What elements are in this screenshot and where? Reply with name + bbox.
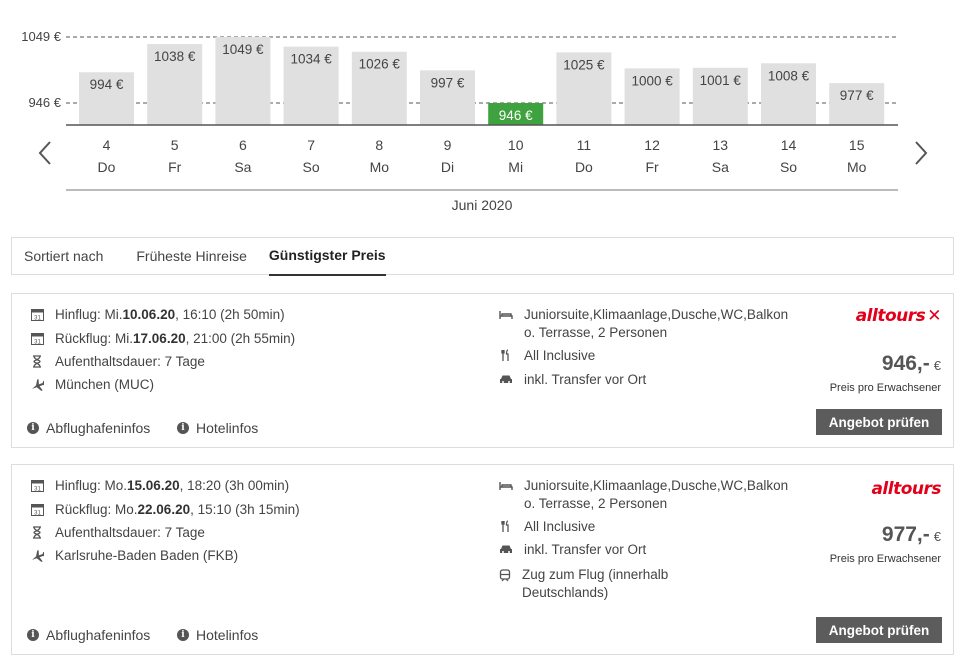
bar-value-label: 997 € (431, 75, 465, 90)
weekday-tick-label: Fr (645, 159, 659, 175)
room-info: Juniorsuite,Klimaanlage,Dusche,WC,Balkon… (499, 306, 788, 342)
svg-text:31: 31 (34, 511, 41, 517)
info-icon: i (177, 629, 189, 641)
svg-text:31: 31 (34, 340, 41, 346)
bar-value-label: 1038 € (154, 49, 196, 64)
weekday-tick-label: Mi (508, 159, 523, 175)
day-tick-label: 12 (644, 137, 660, 153)
weekday-tick-label: Do (98, 159, 116, 175)
price: 977,- € (881, 523, 941, 546)
cutlery-icon (499, 520, 513, 534)
transfer-info: inkl. Transfer vor Ort (499, 372, 646, 387)
reference-label: 1049 € (21, 29, 62, 44)
day-tick-label: 15 (849, 137, 865, 153)
day-tick-label: 7 (307, 137, 315, 153)
bar-value-label: 1000 € (631, 73, 673, 88)
sort-option-earliest[interactable]: Früheste Hinreise (136, 248, 247, 264)
stay-duration: Aufenthaltsdauer: 7 Tage (30, 354, 205, 369)
bar-value-label: 977 € (840, 88, 874, 103)
price-calendar-chart: 1049 € 946 € 994 € 1038 € 1049 € 1034 € 1026 … (21, 29, 898, 213)
day-tick-label: 9 (444, 137, 452, 153)
calendar-icon: 31 (30, 479, 44, 493)
day-tick-label: 13 (713, 137, 729, 153)
transfer-info: inkl. Transfer vor Ort (499, 542, 646, 557)
bed-icon (499, 479, 513, 493)
stay-duration: Aufenthaltsdauer: 7 Tage (30, 525, 205, 540)
price-note: Preis pro Erwachsener (829, 553, 941, 565)
day-tick-label: 8 (375, 137, 383, 153)
plane-icon (30, 378, 44, 392)
alltours-logo: alltours ✕ (855, 306, 942, 326)
day-tick-label: 5 (171, 137, 179, 153)
weekday-tick-label: Mo (370, 159, 390, 175)
day-tick-label: 4 (103, 137, 111, 153)
sort-label: Sortiert nach (24, 248, 104, 264)
departure-airport: München (MUC) (30, 377, 154, 392)
weekday-tick-label: Sa (234, 159, 251, 175)
bed-icon (499, 308, 513, 322)
room-info: Juniorsuite,Klimaanlage,Dusche,WC,Balkon… (499, 477, 788, 513)
bar-value-label: 1034 € (290, 52, 332, 67)
weekday-tick-label: Di (441, 159, 454, 175)
outbound-flight: 31 Hinflug: Mi. 10.06.20, 16:10 (2h 50mi… (30, 307, 285, 322)
svg-text:31: 31 (34, 487, 41, 493)
departure-airport: Karlsruhe-Baden Baden (FKB) (30, 548, 238, 563)
train-info: Zug zum Flug (innerhalb Deutschlands) (499, 566, 699, 602)
bar-value-label: 946 € (499, 108, 533, 123)
check-offer-button[interactable]: Angebot prüfen (816, 409, 942, 435)
info-icon: i (177, 422, 189, 434)
day-tick-label: 6 (239, 137, 247, 153)
weekday-tick-label: So (303, 159, 320, 175)
month-label: Juni 2020 (452, 197, 513, 213)
calendar-icon: 31 (30, 308, 44, 322)
return-flight: 31 Rückflug: Mi. 17.06.20, 21:00 (2h 55m… (30, 331, 295, 346)
outbound-flight: 31 Hinflug: Mo. 15.06.20, 18:20 (3h 00mi… (30, 478, 289, 493)
car-icon (499, 373, 513, 387)
calendar-icon: 31 (30, 503, 44, 517)
bar-value-label: 1008 € (768, 68, 810, 83)
day-tick-label: 11 (577, 137, 592, 153)
plane-icon (30, 549, 44, 563)
bar-value-label: 1001 € (700, 73, 742, 88)
chevron-left-icon[interactable] (30, 138, 60, 168)
weekday-tick-label: So (780, 159, 797, 175)
weekday-tick-label: Sa (712, 159, 729, 175)
cutlery-icon (499, 349, 513, 363)
airport-info-link[interactable]: i Abflughafeninfos (27, 627, 150, 643)
board-info: All Inclusive (499, 519, 595, 534)
train-icon (499, 568, 511, 582)
bar-value-label: 994 € (90, 77, 124, 92)
board-info: All Inclusive (499, 348, 595, 363)
reference-label: 946 € (28, 95, 61, 110)
chevron-right-icon[interactable] (906, 138, 936, 168)
day-tick-label: 10 (508, 137, 524, 153)
weekday-tick-label: Do (575, 159, 593, 175)
airport-info-link[interactable]: i Abflughafeninfos (27, 420, 150, 436)
weekday-tick-label: Mo (847, 159, 867, 175)
alltours-logo: alltours (871, 479, 941, 499)
bar-value-label: 1026 € (359, 57, 401, 72)
hourglass-icon (30, 526, 44, 540)
offer-card: 31 Hinflug: Mi. 10.06.20, 16:10 (2h 50mi… (11, 293, 954, 448)
offer-card: 31 Hinflug: Mo. 15.06.20, 18:20 (3h 00mi… (11, 464, 954, 655)
weekday-tick-label: Fr (168, 159, 182, 175)
check-offer-button[interactable]: Angebot prüfen (816, 617, 942, 643)
price-note: Preis pro Erwachsener (829, 382, 941, 394)
hotel-info-link[interactable]: i Hotelinfos (177, 627, 258, 643)
price: 946,- € (881, 352, 941, 375)
info-icon: i (27, 629, 39, 641)
day-tick-label: 14 (781, 137, 797, 153)
info-icon: i (27, 422, 39, 434)
car-icon (499, 543, 513, 557)
return-flight: 31 Rückflug: Mo. 22.06.20, 15:10 (3h 15m… (30, 502, 300, 517)
bar-value-label: 1025 € (563, 57, 605, 72)
bar-value-label: 1049 € (222, 42, 264, 57)
hotel-info-link[interactable]: i Hotelinfos (177, 420, 258, 436)
sort-bar: Sortiert nach Früheste Hinreise Günstigs… (11, 237, 954, 276)
sort-option-cheapest[interactable]: Günstigster Preis (268, 247, 386, 276)
svg-text:31: 31 (34, 316, 41, 322)
hourglass-icon (30, 355, 44, 369)
calendar-icon: 31 (30, 332, 44, 346)
